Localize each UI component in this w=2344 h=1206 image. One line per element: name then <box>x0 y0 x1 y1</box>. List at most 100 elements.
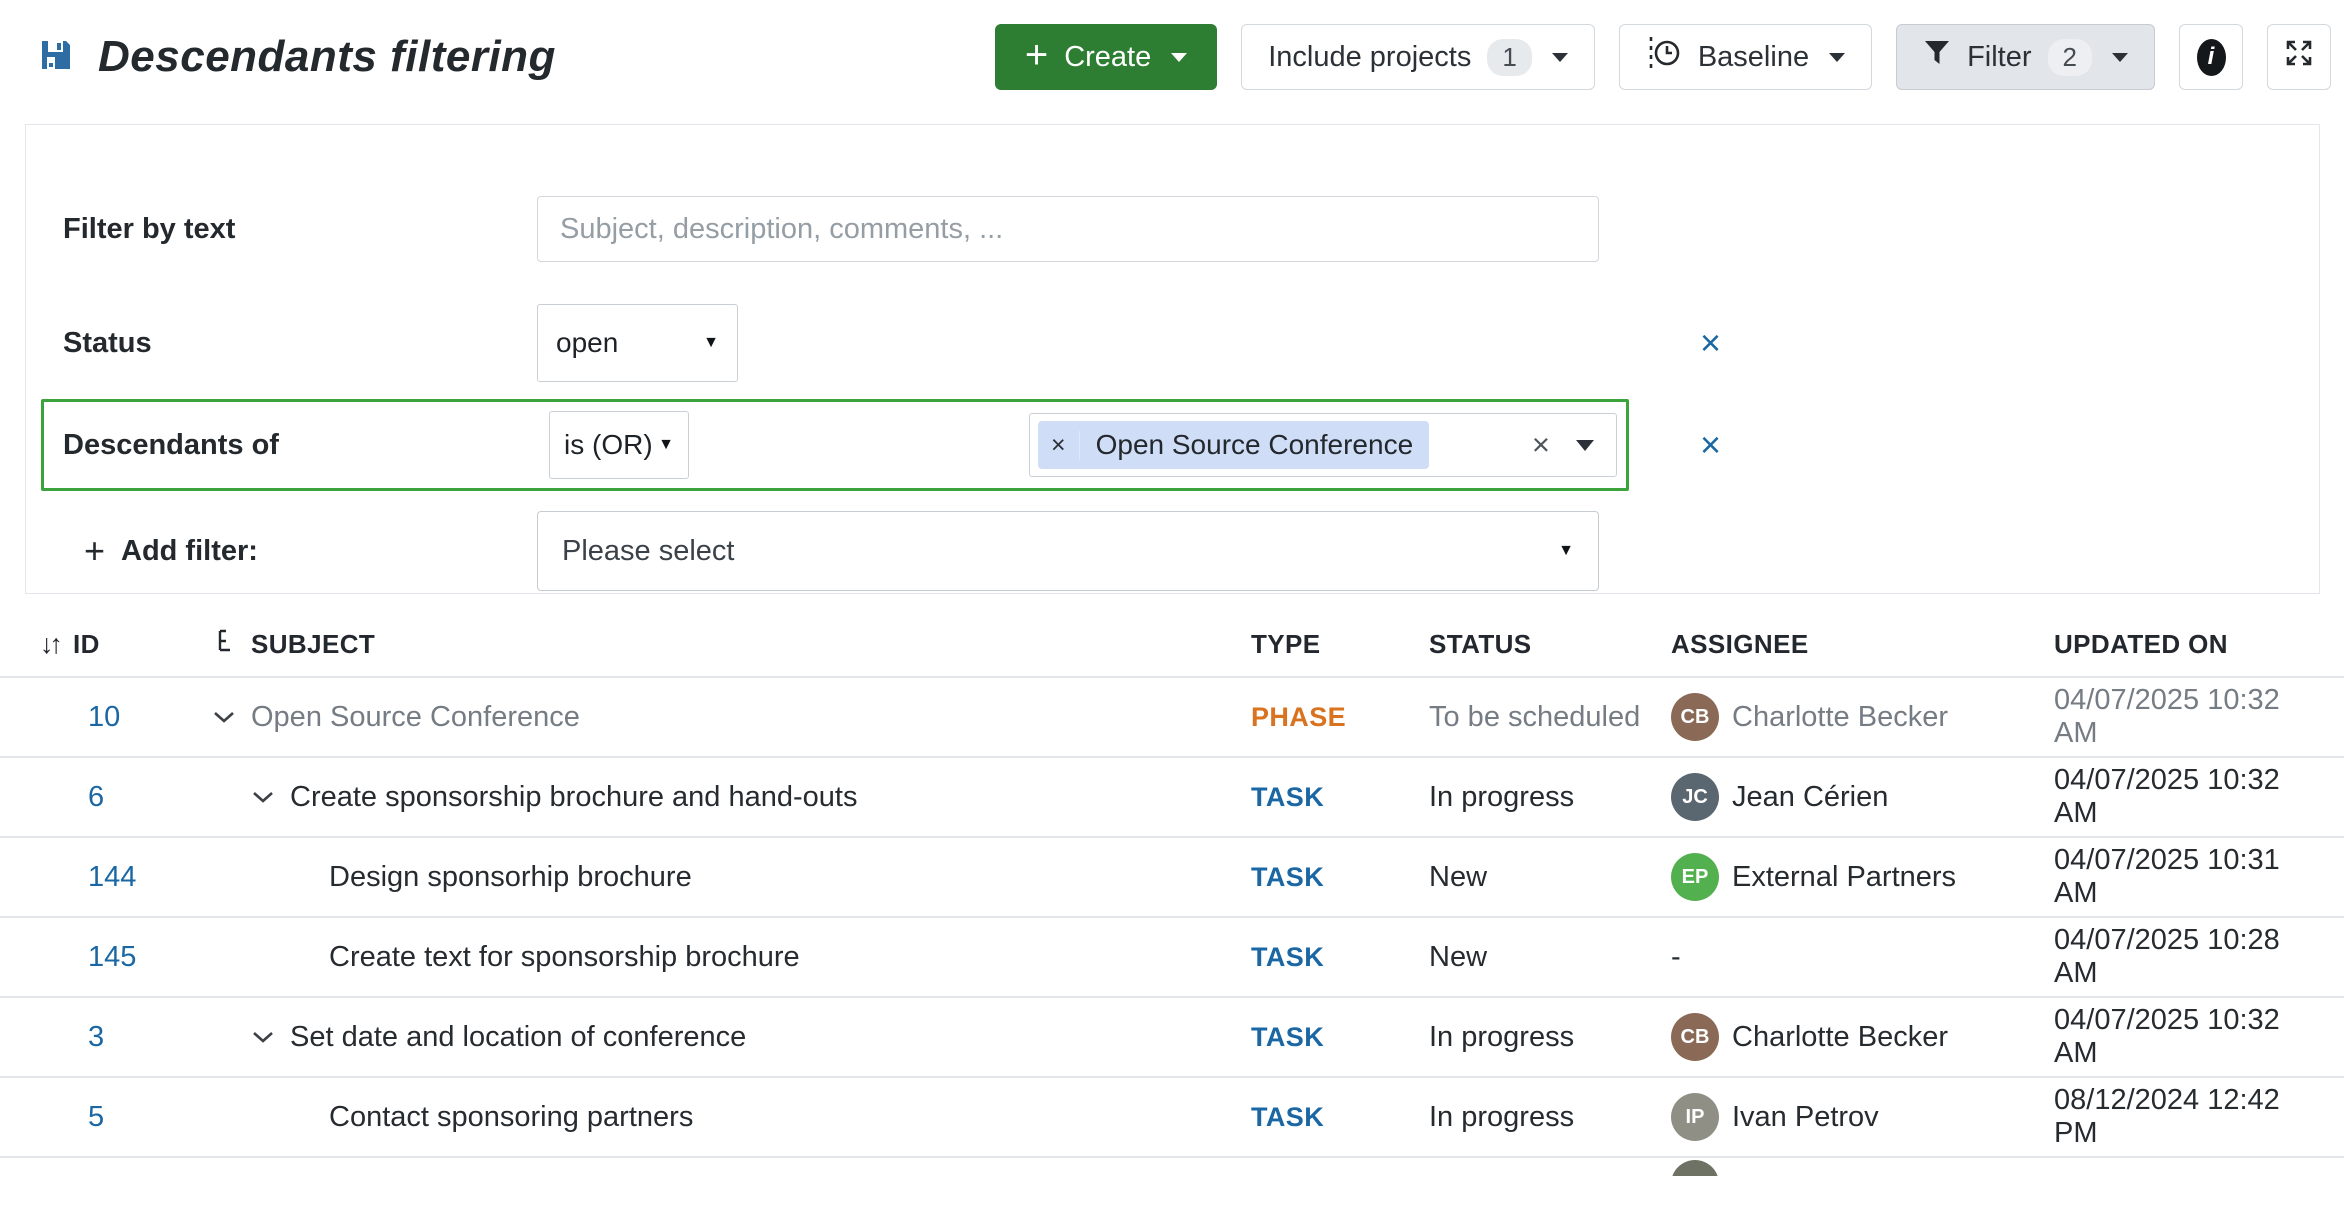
table-row[interactable]: 6 Create sponsorship brochure and hand-o… <box>0 758 2344 838</box>
table-row[interactable]: 144 Design sponsorhip brochure TASK New … <box>0 838 2344 918</box>
assignee-name[interactable]: Charlotte Becker <box>1732 1021 1948 1054</box>
column-header-id-label: ID <box>73 629 100 660</box>
assignee-name[interactable]: Charlotte Becker <box>1732 701 1948 734</box>
chevron-down-icon[interactable] <box>252 791 282 804</box>
fullscreen-button[interactable] <box>2267 24 2331 90</box>
table-row[interactable]: 145 Create text for sponsorship brochure… <box>0 918 2344 998</box>
add-filter-select[interactable]: Please select ▼ <box>537 511 1599 591</box>
chevron-down-icon[interactable] <box>213 711 243 724</box>
assignee-name[interactable]: External Partners <box>1732 861 1956 894</box>
work-package-status: New <box>1429 861 1671 894</box>
filter-row-status: Status open ▼ × <box>26 301 2319 385</box>
save-view-icon[interactable] <box>38 37 74 78</box>
baseline-clock-icon <box>1646 35 1682 79</box>
assignee-name[interactable]: Ivan Petrov <box>1732 1101 1879 1134</box>
filter-button[interactable]: Filter 2 <box>1896 24 2155 90</box>
table-row[interactable]: 10 Open Source Conference PHASE To be sc… <box>0 678 2344 758</box>
work-package-subject: Open Source Conference <box>251 701 580 734</box>
remove-descendants-filter-button[interactable]: × <box>1700 427 1721 463</box>
descendants-filter-highlight-box: Descendants of is (OR) ▼ × Open Source C… <box>41 399 1629 491</box>
info-icon: i <box>2197 39 2226 76</box>
work-package-subject: Design sponsorhip brochure <box>329 861 692 894</box>
chevron-down-icon <box>2112 53 2128 62</box>
work-package-id-link[interactable]: 3 <box>88 1021 104 1053</box>
avatar: CB <box>1671 1013 1719 1061</box>
chevron-down-icon[interactable] <box>1576 440 1594 451</box>
column-header-subject-label: SUBJECT <box>251 629 375 660</box>
assignee-name[interactable]: - <box>1671 941 1681 974</box>
create-button-label: Create <box>1064 41 1151 74</box>
baseline-button[interactable]: Baseline <box>1619 24 1872 90</box>
select-caret-icon: ▼ <box>658 436 674 454</box>
filter-label: Filter <box>1967 41 2031 74</box>
column-header-assignee-label: ASSIGNEE <box>1671 629 1809 660</box>
column-header-updated-on-label: UPDATED ON <box>2054 629 2228 660</box>
text-filter-label: Filter by text <box>26 213 512 246</box>
column-header-status[interactable]: STATUS <box>1429 629 1671 660</box>
work-package-table: ↓↑ ID SUBJECT TYPE STATUS ASSIGNEE UPDAT… <box>0 612 2344 1176</box>
updated-on: 08/12/2024 12:42 PM <box>2054 1084 2320 1150</box>
work-package-type: TASK <box>1251 1102 1429 1133</box>
work-package-type: TASK <box>1251 862 1429 893</box>
include-projects-label: Include projects <box>1268 41 1471 74</box>
text-filter-input[interactable] <box>537 196 1599 262</box>
status-operator-value: open <box>556 327 618 359</box>
chevron-down-icon <box>1552 53 1568 62</box>
filter-panel: Filter by text Status open ▼ × Descendan… <box>25 124 2320 594</box>
work-package-status: In progress <box>1429 781 1671 814</box>
work-package-type: TASK <box>1251 942 1429 973</box>
updated-on: 04/07/2025 10:32 AM <box>2054 1004 2320 1070</box>
status-operator-select[interactable]: open ▼ <box>537 304 738 382</box>
plus-icon: + <box>84 530 105 572</box>
column-header-subject[interactable]: SUBJECT <box>205 629 1251 660</box>
avatar: EP <box>1671 853 1719 901</box>
work-package-status: In progress <box>1429 1021 1671 1054</box>
column-header-type[interactable]: TYPE <box>1251 629 1429 660</box>
work-package-id-link[interactable]: 145 <box>88 941 136 973</box>
clear-value-icon[interactable]: × <box>1532 427 1550 463</box>
filter-row-descendants: Descendants of is (OR) ▼ × Open Source C… <box>26 399 2319 491</box>
funnel-icon <box>1923 39 1951 75</box>
column-header-id[interactable]: ↓↑ ID <box>40 629 205 660</box>
work-package-id-link[interactable]: 10 <box>88 701 120 733</box>
column-header-updated-on[interactable]: UPDATED ON <box>2054 629 2320 660</box>
remove-status-filter-button[interactable]: × <box>1700 325 1721 361</box>
chip-remove-icon[interactable]: × <box>1038 431 1080 460</box>
baseline-label: Baseline <box>1698 41 1809 74</box>
work-package-id-link[interactable]: 6 <box>88 781 104 813</box>
table-row[interactable]: 3 Set date and location of conference TA… <box>0 998 2344 1078</box>
selected-value-chip: × Open Source Conference <box>1038 421 1429 469</box>
page-title: Descendants filtering <box>98 32 556 82</box>
table-header-row: ↓↑ ID SUBJECT TYPE STATUS ASSIGNEE UPDAT… <box>0 612 2344 678</box>
include-projects-button[interactable]: Include projects 1 <box>1241 24 1595 90</box>
chevron-down-icon[interactable] <box>252 1031 282 1044</box>
updated-on: 04/07/2025 10:31 AM <box>2054 844 2320 910</box>
table-body: 10 Open Source Conference PHASE To be sc… <box>0 678 2344 1158</box>
hierarchy-icon[interactable] <box>215 629 237 660</box>
status-filter-label: Status <box>26 327 512 360</box>
updated-on: 04/07/2025 10:32 AM <box>2054 684 2320 750</box>
chevron-down-icon <box>1829 53 1845 62</box>
work-package-id-link[interactable]: 5 <box>88 1101 104 1133</box>
info-button[interactable]: i <box>2179 24 2243 90</box>
chip-label: Open Source Conference <box>1080 429 1430 461</box>
column-header-assignee[interactable]: ASSIGNEE <box>1671 629 2054 660</box>
create-button[interactable]: + Create <box>995 24 1217 90</box>
work-package-id-link[interactable]: 144 <box>88 861 136 893</box>
work-package-type: TASK <box>1251 782 1429 813</box>
work-package-type: PHASE <box>1251 702 1429 733</box>
toolbar: + Create Include projects 1 Baseline <box>995 24 2331 90</box>
avatar <box>1671 1160 1719 1176</box>
descendants-operator-select[interactable]: is (OR) ▼ <box>549 411 689 479</box>
select-caret-icon: ▼ <box>1558 542 1574 560</box>
work-package-subject: Contact sponsoring partners <box>329 1101 693 1134</box>
top-bar: Descendants filtering + Create Include p… <box>0 0 2344 88</box>
avatar: JC <box>1671 773 1719 821</box>
table-row[interactable]: 5 Contact sponsoring partners TASK In pr… <box>0 1078 2344 1158</box>
avatar: CB <box>1671 693 1719 741</box>
sort-icon: ↓↑ <box>40 629 59 660</box>
filter-row-add: + Add filter: Please select ▼ <box>26 509 2319 593</box>
assignee-name[interactable]: Jean Cérien <box>1732 781 1888 814</box>
descendants-filter-label: Descendants of <box>63 429 549 462</box>
descendants-value-select[interactable]: × Open Source Conference × <box>1029 413 1617 477</box>
